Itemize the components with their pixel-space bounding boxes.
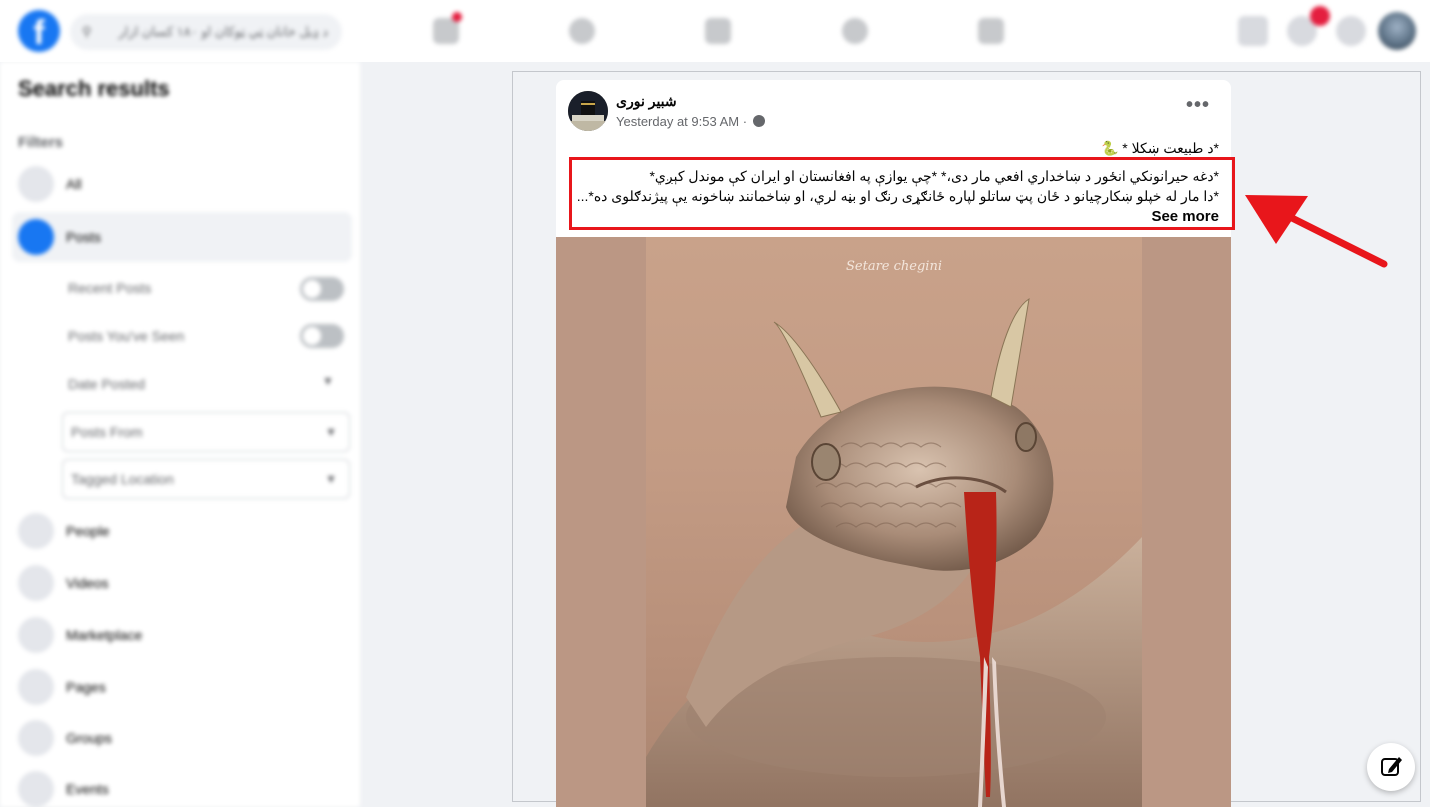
marketplace-icon [18, 617, 54, 653]
tagged-location-select[interactable]: Tagged Location ▼ [62, 459, 350, 499]
date-posted-dropdown[interactable]: Date Posted [68, 376, 145, 392]
groups-icon[interactable] [842, 18, 868, 44]
notifications-icon[interactable] [1336, 16, 1366, 46]
chevron-down-icon: ▼ [325, 472, 337, 486]
filters-heading: Filters [18, 134, 64, 151]
sidebar-item-label: Pages [66, 679, 106, 695]
page-title: Search results [18, 76, 170, 101]
annotation-arrow [1245, 195, 1388, 268]
chevron-down-icon: ▼ [322, 374, 334, 388]
sidebar-item-label: People [66, 523, 110, 539]
compose-icon [1381, 757, 1402, 776]
post-timestamp[interactable]: Yesterday at 9:53 AM [616, 114, 739, 129]
sidebar-item-label: Events [66, 781, 109, 797]
new-message-button[interactable] [1367, 743, 1415, 791]
avatar-image [568, 91, 608, 131]
tagged-location-label: Tagged Location [71, 471, 174, 487]
search-input-text: د ډيل خانان ټي ټوکان او ۱۸۰ کسان ازار [118, 24, 328, 39]
facebook-logo[interactable]: f [18, 10, 60, 52]
account-avatar[interactable] [1378, 12, 1416, 50]
groups-icon [18, 720, 54, 756]
post-image-container[interactable]: Setare chegini [556, 237, 1231, 807]
events-icon [18, 771, 54, 807]
active-item-highlight [12, 212, 352, 262]
author-name[interactable]: شبير نوری [616, 93, 677, 110]
posts-from-label: Posts From [71, 424, 143, 440]
date-posted-label: Date Posted [68, 376, 146, 392]
messenger-badge [1310, 6, 1330, 26]
search-input[interactable]: ⚲ د ډيل خانان ټي ټوکان او ۱۸۰ کسان ازار [70, 14, 342, 50]
top-navigation-bar: f ⚲ د ډيل خانان ټي ټوکان او ۱۸۰ کسان ازا… [0, 0, 1430, 62]
people-icon [18, 513, 54, 549]
sidebar-item-label: Marketplace [66, 627, 143, 643]
post-text-line-1: *د طبيعت ښکلا * 🐍 [1100, 140, 1219, 156]
image-watermark: Setare chegini [846, 259, 942, 274]
posts-seen-toggle[interactable] [300, 324, 344, 348]
all-icon [18, 166, 54, 202]
recent-posts-toggle[interactable] [300, 277, 344, 301]
posts-seen-label: Posts You've Seen [68, 328, 185, 344]
post-card: شبير نوری Yesterday at 9:53 AM · ••• *د … [556, 80, 1235, 807]
sidebar-item-label: Videos [66, 575, 109, 591]
post-meta: Yesterday at 9:53 AM · [616, 114, 765, 129]
annotation-highlight-box [569, 157, 1235, 230]
post-image[interactable]: Setare chegini [646, 237, 1142, 807]
author-avatar[interactable] [568, 91, 608, 131]
watch-icon[interactable] [569, 18, 595, 44]
meta-separator: · [742, 114, 748, 129]
search-icon: ⚲ [82, 24, 92, 39]
more-options-button[interactable]: ••• [1186, 94, 1210, 117]
globe-icon [752, 115, 765, 127]
sidebar-item-label: Groups [66, 730, 112, 746]
snake-illustration [646, 297, 1142, 807]
recent-posts-label: Recent Posts [68, 280, 152, 296]
menu-icon[interactable] [1238, 16, 1268, 46]
notification-dot [452, 12, 462, 22]
pages-icon [18, 669, 54, 705]
videos-icon [18, 565, 54, 601]
search-filters-sidebar: Search results Filters All Posts Recent … [0, 62, 360, 807]
chevron-down-icon: ▼ [325, 425, 337, 439]
posts-from-select[interactable]: Posts From ▼ [62, 412, 350, 452]
sidebar-item-label: All [66, 176, 82, 192]
sidebar-item-label: Posts [66, 229, 102, 245]
gaming-icon[interactable] [978, 18, 1004, 44]
marketplace-icon[interactable] [705, 18, 731, 44]
posts-icon [18, 219, 54, 255]
